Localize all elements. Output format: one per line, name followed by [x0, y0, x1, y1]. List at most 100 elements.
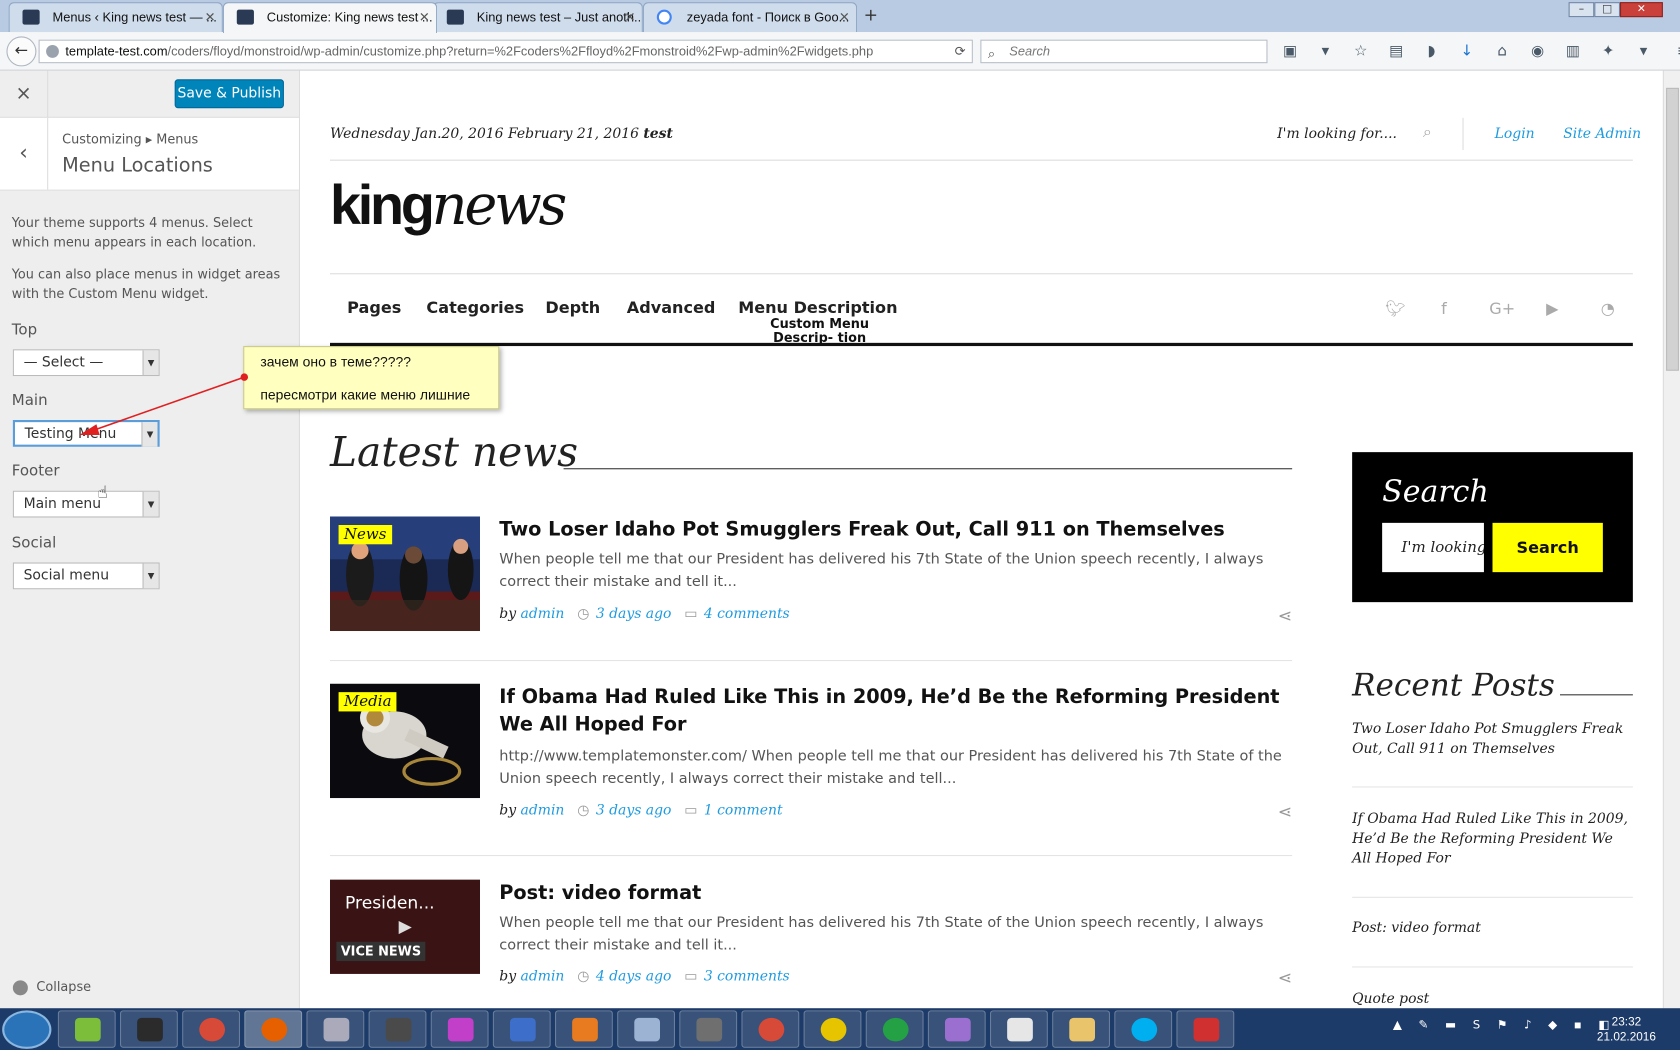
back-arrow-icon[interactable]: ←	[6, 36, 37, 67]
reading-list-icon[interactable]: ▤	[1383, 41, 1409, 62]
extension-icon[interactable]: ✦	[1595, 41, 1621, 62]
close-tab-icon[interactable]: ✕	[625, 3, 636, 31]
tab-menus[interactable]: Menus ‹ King news test — ... ✕	[8, 2, 223, 33]
main-menu-select[interactable]: Testing Menu ▼	[12, 420, 160, 447]
recent-post-link[interactable]: If Obama Had Ruled Like This in 2009, He…	[1352, 810, 1633, 869]
recent-post-link[interactable]: Two Loser Idaho Pot Smugglers Freak Out,…	[1352, 720, 1633, 760]
share-icon[interactable]: ⋖	[1278, 605, 1292, 625]
explorer-taskbar-icon[interactable]	[1052, 1010, 1111, 1048]
app-taskbar-icon[interactable]	[306, 1010, 365, 1048]
category-badge[interactable]: News	[338, 525, 392, 545]
post-title[interactable]: Post: video format	[499, 880, 1281, 908]
widget-search-input[interactable]: I'm looking for....	[1382, 522, 1484, 573]
facebook-icon[interactable]: f	[1441, 299, 1447, 318]
video-thumbnail[interactable]: Presiden... ▶ VICE NEWS	[330, 879, 481, 974]
top-menu-select[interactable]: — Select — ▼	[12, 349, 160, 377]
nav-item-advanced[interactable]: Advanced	[627, 298, 716, 317]
nav-item-categories[interactable]: Categories	[426, 298, 524, 317]
maximize-icon[interactable]: □	[1594, 2, 1621, 18]
pocket-icon[interactable]: ◗	[1419, 41, 1445, 62]
chevron-down-icon[interactable]: ▼	[141, 422, 158, 447]
login-link[interactable]: Login	[1495, 126, 1535, 142]
tab-customize[interactable]: Customize: King news test ... ✕	[222, 2, 438, 34]
save-publish-button[interactable]: Save & Publish	[174, 79, 284, 109]
post-thumbnail[interactable]: Media	[330, 683, 481, 799]
recent-post-link[interactable]: Quote post	[1352, 990, 1633, 1008]
notepad-taskbar-icon[interactable]	[57, 1010, 116, 1048]
firefox-taskbar-icon[interactable]	[244, 1010, 303, 1048]
close-customizer-icon[interactable]: ×	[0, 70, 49, 118]
save-taskbar-icon[interactable]	[492, 1010, 551, 1048]
site-info-icon[interactable]	[46, 45, 59, 58]
home-icon[interactable]: ⌂	[1489, 41, 1515, 62]
dropdown-icon[interactable]: ▾	[1631, 41, 1657, 62]
comments-link[interactable]: 4 comments	[704, 606, 790, 622]
nav-item-depth[interactable]: Depth	[545, 298, 600, 317]
start-button[interactable]	[2, 1010, 52, 1049]
post-title[interactable]: Two Loser Idaho Pot Smugglers Freak Out,…	[499, 516, 1281, 544]
date-link[interactable]: 3 days ago	[596, 803, 672, 819]
footer-menu-select[interactable]: Main menu ▼	[12, 490, 160, 518]
chrome-taskbar-icon[interactable]	[182, 1010, 241, 1048]
app-taskbar-icon[interactable]	[865, 1010, 924, 1048]
bookmark-star-icon[interactable]: ☆	[1348, 41, 1374, 62]
skype-taskbar-icon[interactable]	[1114, 1010, 1173, 1048]
header-search-input[interactable]: I'm looking for....	[1277, 126, 1397, 142]
system-tray[interactable]: ▲ ✎ ▬ S ⚑ ♪ ◆ ▪ ◧	[1393, 1018, 1616, 1032]
post-title[interactable]: If Obama Had Ruled Like This in 2009, He…	[499, 684, 1281, 740]
author-link[interactable]: admin	[521, 803, 565, 819]
game-taskbar-icon[interactable]	[120, 1010, 178, 1048]
chrome-taskbar-icon[interactable]	[741, 1010, 800, 1048]
share-icon[interactable]: ⋖	[1278, 801, 1292, 821]
category-badge[interactable]: Media	[338, 692, 397, 712]
reload-icon[interactable]: ⟳	[955, 41, 966, 62]
app-taskbar-icon[interactable]	[1176, 1010, 1235, 1048]
addon-icon[interactable]: ▥	[1560, 41, 1586, 62]
twitter-icon[interactable]: 🐦︎	[1385, 299, 1405, 318]
nav-item-menu-description[interactable]: Menu Description	[738, 298, 897, 317]
nav-item-pages[interactable]: Pages	[347, 298, 401, 317]
scrollbar[interactable]	[1662, 70, 1680, 1009]
app-taskbar-icon[interactable]	[430, 1010, 489, 1048]
minimize-icon[interactable]: –	[1568, 2, 1595, 18]
site-admin-link[interactable]: Site Admin	[1563, 126, 1641, 142]
chevron-down-icon[interactable]: ▼	[142, 563, 159, 589]
collapse-button[interactable]: Collapse	[12, 979, 91, 995]
tab-google-search[interactable]: zeyada font - Поиск в Goo... ✕	[642, 2, 858, 33]
chevron-down-icon[interactable]: ▼	[142, 350, 159, 376]
taskbar-clock[interactable]: 23:32 21.02.2016	[1594, 1015, 1658, 1045]
author-link[interactable]: admin	[521, 606, 565, 622]
chat-icon[interactable]: ◉	[1525, 41, 1551, 62]
browser-search-input[interactable]: ⌕ Search	[980, 39, 1268, 64]
widget-search-button[interactable]: Search	[1492, 522, 1603, 573]
close-window-icon[interactable]: ✕	[1620, 2, 1663, 18]
hamburger-menu-icon[interactable]: ≡	[1670, 41, 1680, 62]
date-link[interactable]: 3 days ago	[596, 606, 672, 622]
youtube-icon[interactable]: ▶	[1546, 299, 1558, 318]
app-taskbar-icon[interactable]	[990, 1010, 1048, 1048]
play-icon[interactable]: ▶	[399, 916, 412, 936]
download-icon[interactable]: ↓	[1454, 41, 1480, 62]
sublime-taskbar-icon[interactable]	[368, 1010, 427, 1048]
google-plus-icon[interactable]: G+	[1489, 299, 1515, 318]
dropdown-icon[interactable]: ▾	[1313, 41, 1339, 62]
chevron-down-icon[interactable]: ▼	[142, 491, 159, 517]
jetbrains-taskbar-icon[interactable]	[679, 1010, 738, 1048]
new-tab-button[interactable]: +	[864, 4, 878, 24]
author-link[interactable]: admin	[521, 969, 565, 985]
pdf-taskbar-icon[interactable]	[555, 1010, 613, 1048]
address-bar[interactable]: template-test.com/coders/floyd/monstroid…	[38, 39, 973, 64]
close-tab-icon[interactable]: ✕	[839, 3, 850, 31]
site-logo[interactable]: kingnews	[330, 174, 567, 238]
comments-link[interactable]: 1 comment	[704, 803, 783, 819]
app-taskbar-icon[interactable]	[803, 1010, 862, 1048]
scrollbar-thumb[interactable]	[1666, 87, 1679, 371]
close-tab-icon[interactable]: ✕	[205, 3, 216, 31]
search-icon[interactable]: ⌕	[1423, 122, 1432, 141]
social-menu-select[interactable]: Social menu ▼	[12, 562, 160, 590]
calculator-taskbar-icon[interactable]	[617, 1010, 676, 1048]
close-tab-icon[interactable]: ✕	[419, 3, 430, 31]
comments-link[interactable]: 3 comments	[704, 969, 790, 985]
feather-taskbar-icon[interactable]	[927, 1010, 986, 1048]
back-chevron-icon[interactable]: ‹	[0, 117, 49, 190]
